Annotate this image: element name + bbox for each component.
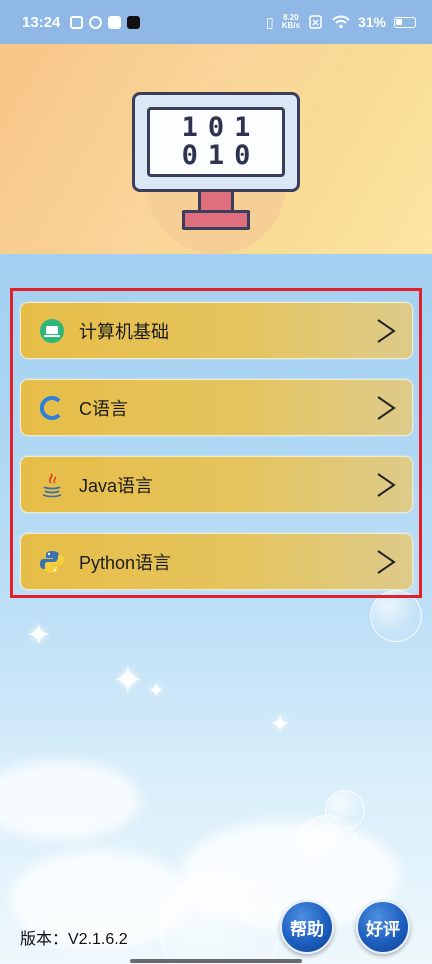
chevron-right-icon [377, 550, 396, 574]
app-notification-icon [89, 15, 103, 29]
game-notification-icon [108, 15, 122, 29]
menu-item-label: Python语言 [79, 552, 172, 573]
tiktok-notification-icon [127, 15, 141, 29]
menu-item-label: 计算机基础 [79, 321, 169, 342]
sparkle-decoration: ✦ [26, 619, 52, 652]
menu-item-computer-basics[interactable]: 计算机基础 [20, 302, 413, 359]
monitor-base [182, 210, 250, 230]
help-button[interactable]: 帮助 [280, 900, 334, 954]
rate-button[interactable]: 好评 [356, 900, 410, 954]
course-menu: 计算机基础 C语言 Java语言 Python语言 [10, 288, 422, 598]
menu-item-c-language[interactable]: C语言 [20, 379, 413, 436]
c-language-icon [39, 395, 65, 421]
python-icon [39, 549, 65, 575]
sim-icon [309, 15, 322, 29]
monitor-icon: 101 010 [132, 92, 300, 192]
menu-item-java-language[interactable]: Java语言 [20, 456, 413, 513]
cloud-decoration [0, 760, 140, 840]
laptop-icon [39, 318, 65, 344]
status-bar: 13:24 ▯ 8.20 KB/s 31% [0, 0, 432, 44]
gallery-notification-icon [70, 15, 84, 29]
menu-item-label: Java语言 [79, 475, 154, 496]
chevron-right-icon [377, 396, 396, 420]
status-right: ▯ 8.20 KB/s 31% [266, 14, 416, 31]
menu-item-python-language[interactable]: Python语言 [20, 533, 413, 590]
notification-icons [70, 15, 141, 29]
wifi-icon [332, 15, 350, 29]
bubble-decoration [296, 815, 358, 877]
chevron-right-icon [377, 473, 396, 497]
banner: 101 010 [0, 44, 432, 254]
net-speed: 8.20 KB/s [281, 13, 300, 30]
vibrate-icon: ▯ [266, 13, 274, 30]
binary-line-2: 010 [181, 140, 261, 171]
chevron-right-icon [377, 319, 396, 343]
battery-percent: 31% [357, 14, 386, 30]
battery-icon [394, 16, 416, 28]
monitor-screen: 101 010 [147, 107, 285, 177]
status-time: 13:24 [22, 13, 61, 31]
sparkle-decoration: ✦ [270, 711, 291, 738]
menu-item-label: C语言 [79, 398, 128, 419]
version-label: 版本：V2.1.6.2 [20, 931, 128, 948]
binary-line-1: 101 [181, 112, 261, 143]
gesture-nav-handle[interactable] [130, 959, 302, 963]
sparkle-decoration: ✦ [112, 660, 144, 702]
sparkle-decoration: ✦ [148, 680, 165, 702]
java-icon [39, 472, 65, 498]
